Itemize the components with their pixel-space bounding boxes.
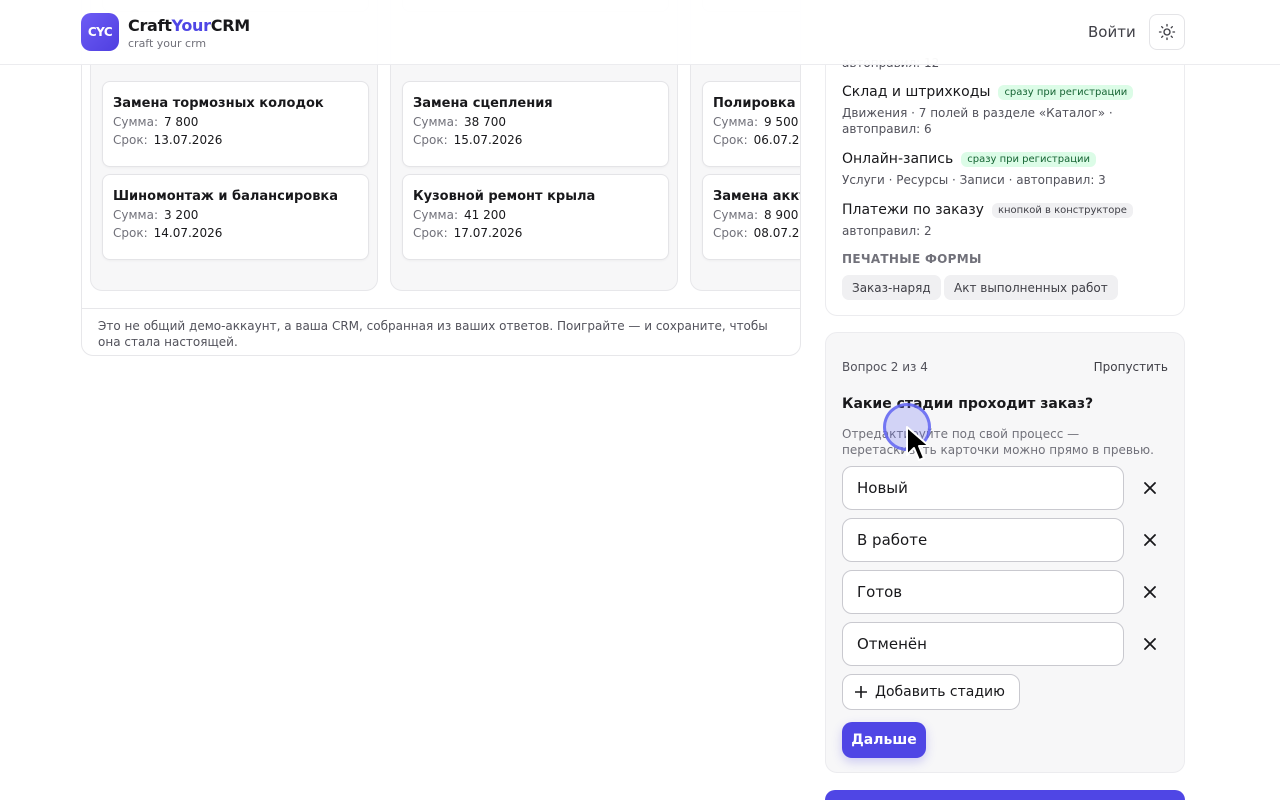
module-title: Склад и штрихкоды xyxy=(842,84,991,100)
stage-input[interactable]: Новый xyxy=(842,466,1124,510)
remove-stage-button[interactable] xyxy=(1140,530,1160,550)
card-title: Замена сцепления xyxy=(413,96,553,111)
page: Замена тормозных колодок Сумма: 7 800 Сро… xyxy=(0,0,1280,800)
card-title: Замена тормозных колодок xyxy=(113,96,324,111)
skip-button[interactable]: Пропустить xyxy=(1094,360,1168,374)
brand-name[interactable]: CraftYourCRM xyxy=(128,16,250,35)
card-due: Срок: 13.07.2026 xyxy=(113,133,223,147)
remove-stage-button[interactable] xyxy=(1140,582,1160,602)
stage-input[interactable]: Готов xyxy=(842,570,1124,614)
question-title: Какие стадии проходит заказ? xyxy=(842,396,1094,412)
close-icon xyxy=(1144,586,1156,598)
preview-note: Это не общий демо-аккаунт, а ваша CRM, с… xyxy=(98,319,768,349)
card-due: Срок: 17.07.2026 xyxy=(413,226,523,240)
kanban-card[interactable]: Замена тормозных колодок Сумма: 7 800 Сро… xyxy=(102,81,369,167)
module-subtitle: Движения · 7 полей в разделе «Каталог» ·… xyxy=(842,106,1113,136)
card-title: Полировка к xyxy=(713,96,800,111)
kanban-card[interactable]: Замена сцепления Сумма: 38 700 Срок: 15.07… xyxy=(402,81,669,167)
question-step: Вопрос 2 из 4 xyxy=(842,360,928,374)
print-form-chip: Акт выполненных работ xyxy=(944,275,1118,300)
plus-icon xyxy=(855,686,867,698)
kanban-card[interactable]: Замена акку Сумма: 8 900 Срок: 08.07.2 xyxy=(702,174,800,260)
sun-icon xyxy=(1158,23,1176,41)
print-form-chip: Заказ-наряд xyxy=(842,275,941,300)
stage-input[interactable]: Отменён xyxy=(842,622,1124,666)
remove-stage-button[interactable] xyxy=(1140,634,1160,654)
logo-icon[interactable]: CYC xyxy=(81,13,119,51)
module-item: Платежи по заказу кнопкой в конструкторе … xyxy=(842,202,1172,239)
card-sum: Сумма: 3 200 xyxy=(113,208,199,222)
module-tag: сразу при регистрации xyxy=(961,151,1097,167)
module-item: Склад и штрихкоды сразу при регистрации Д… xyxy=(842,84,1172,137)
module-subtitle: Услуги · Ресурсы · Записи · автоправил: … xyxy=(842,173,1106,187)
module-subtitle: автоправил: 2 xyxy=(842,224,932,238)
add-stage-button[interactable]: Добавить стадию xyxy=(842,674,1020,710)
question-card: Вопрос 2 из 4 Пропустить Какие стадии пр… xyxy=(825,332,1185,773)
brand-subtitle: craft your crm xyxy=(128,37,207,50)
primary-action-bar[interactable] xyxy=(825,790,1185,800)
kanban-card[interactable]: Полировка к Сумма: 9 500 Срок: 06.07.2 xyxy=(702,81,800,167)
remove-stage-button[interactable] xyxy=(1140,478,1160,498)
card-due: Срок: 08.07.2 xyxy=(713,226,800,240)
print-forms-title: ПЕЧАТНЫЕ ФОРМЫ xyxy=(842,252,982,266)
card-due: Срок: 14.07.2026 xyxy=(113,226,223,240)
module-tag: сразу при регистрации xyxy=(998,84,1134,100)
stage-input[interactable]: В работе xyxy=(842,518,1124,562)
card-due: Срок: 06.07.2 xyxy=(713,133,800,147)
close-icon xyxy=(1144,534,1156,546)
card-title: Шиномонтаж и балансировка xyxy=(113,189,339,204)
module-tag: кнопкой в конструкторе xyxy=(991,202,1133,218)
next-button[interactable]: Дальше xyxy=(842,722,926,758)
card-title: Замена акку xyxy=(713,189,800,204)
module-title: Платежи по заказу xyxy=(842,202,984,218)
theme-toggle-button[interactable] xyxy=(1149,14,1185,50)
kanban-card[interactable]: Кузовной ремонт крыла Сумма: 41 200 Срок:… xyxy=(402,174,669,260)
add-stage-label: Добавить стадию xyxy=(875,684,1005,700)
card-sum: Сумма: 8 900 xyxy=(713,208,799,222)
card-sum: Сумма: 38 700 xyxy=(413,115,506,129)
module-title: Онлайн-запись xyxy=(842,151,954,167)
close-icon xyxy=(1144,482,1156,494)
card-sum: Сумма: 41 200 xyxy=(413,208,506,222)
module-item: Онлайн-запись сразу при регистрации Услуг… xyxy=(842,151,1172,188)
kanban-card[interactable]: Шиномонтаж и балансировка Сумма: 3 200 Ср… xyxy=(102,174,369,260)
card-sum: Сумма: 7 800 xyxy=(113,115,199,129)
top-header: CYC CraftYourCRM craft your crm Войти xyxy=(0,0,1280,65)
cursor-arrow-icon xyxy=(906,426,930,461)
card-due: Срок: 15.07.2026 xyxy=(413,133,523,147)
close-icon xyxy=(1144,638,1156,650)
divider xyxy=(82,308,800,309)
card-sum: Сумма: 9 500 xyxy=(713,115,799,129)
login-link[interactable]: Войти xyxy=(1088,23,1136,41)
card-title: Кузовной ремонт крыла xyxy=(413,189,596,204)
